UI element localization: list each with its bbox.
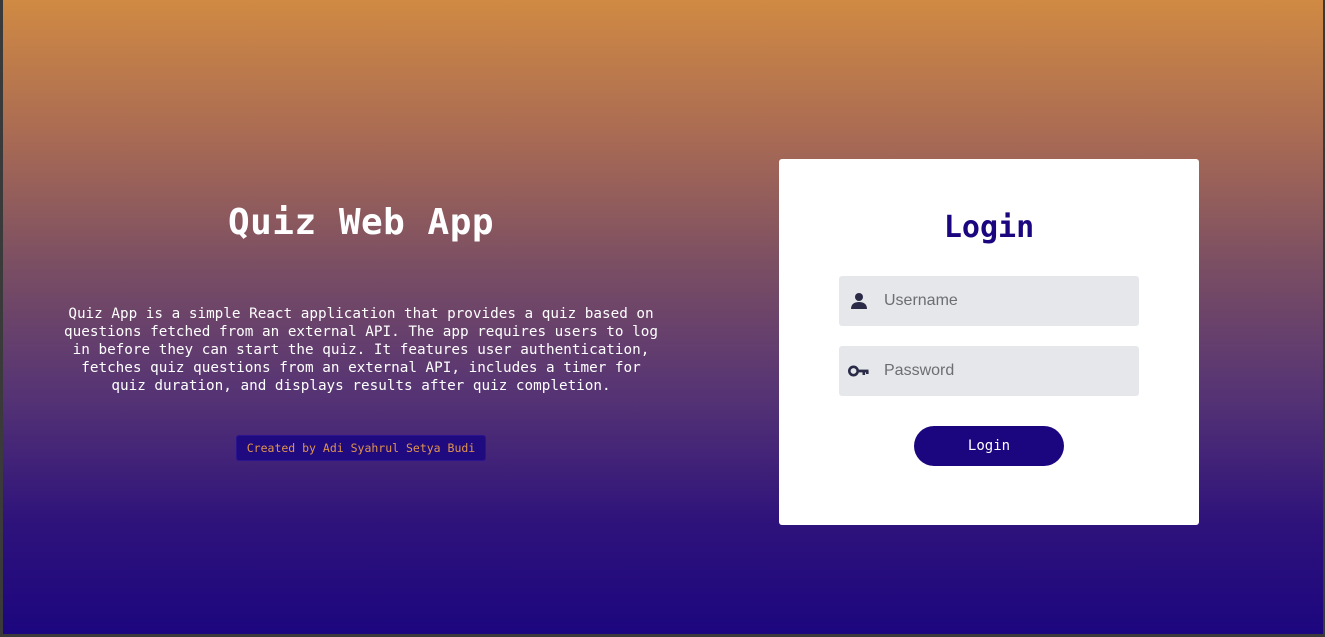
login-button[interactable]: Login [914,426,1064,466]
username-input[interactable] [879,292,1124,310]
credit-wrapper: Created by Adi Syahrul Setya Budi [56,435,666,461]
password-input[interactable] [879,362,1124,380]
user-icon [839,276,879,326]
login-card: Login Login [779,159,1199,525]
login-title: Login [943,210,1035,245]
app-description: Quiz App is a simple React application t… [64,306,658,394]
app-title: Quiz Web App [227,202,495,243]
credit-badge: Created by Adi Syahrul Setya Budi [235,435,487,461]
username-field[interactable] [839,276,1139,326]
page-background: Quiz Web App Quiz App is a simple React … [3,0,1323,634]
password-field[interactable] [839,346,1139,396]
intro-section: Quiz Web App Quiz App is a simple React … [56,190,666,461]
key-icon [839,346,879,396]
